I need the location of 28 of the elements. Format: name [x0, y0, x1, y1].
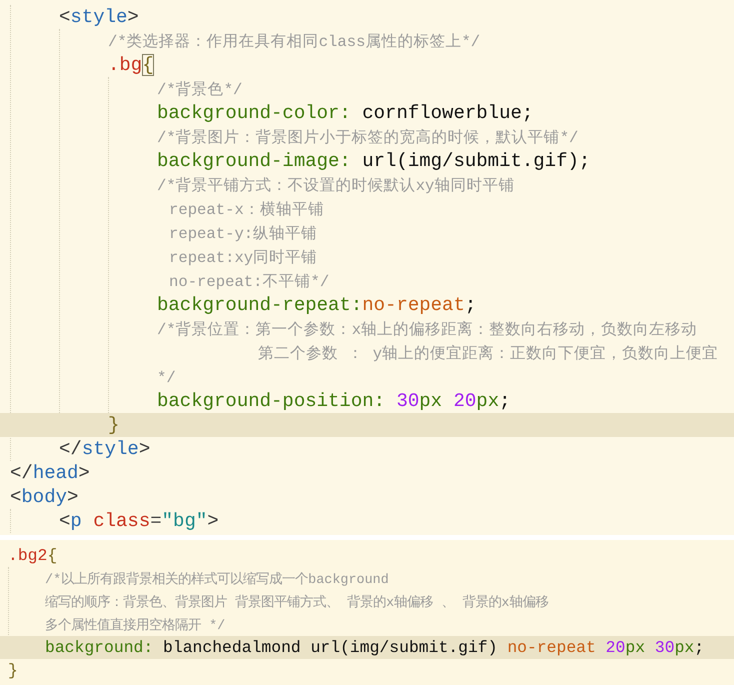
- code-line: */: [157, 368, 176, 388]
- code-line: .bg2{: [8, 546, 58, 565]
- code-line: .bg{: [108, 54, 154, 76]
- code-line: no-repeat:不平铺*/: [168, 272, 330, 292]
- code-line: /*背景平铺方式：不设置的时候默认xy轴同时平铺: [157, 176, 514, 196]
- code-line: repeat-y:纵轴平铺: [168, 224, 318, 244]
- code-line: /*背景位置：第一个参数：x轴上的偏移距离：整数向右移动，负数向左移动: [157, 320, 698, 340]
- code-line: repeat-x：横轴平铺: [168, 200, 324, 220]
- code-line: background-image: url(img/submit.gif);: [157, 150, 590, 172]
- code-line: }: [8, 661, 18, 680]
- code-line: background-repeat:no-repeat;: [157, 294, 476, 316]
- code-line: <style>: [59, 6, 139, 28]
- code-line: /*背景色*/: [157, 80, 242, 100]
- code-line: /*类选择器：作用在具有相同class属性的标签上*/: [108, 32, 480, 52]
- code-line: repeat:xy同时平铺: [168, 248, 318, 268]
- code-line: background: blanchedalmond url(img/submit.gif) no-repeat 20px 30px;: [45, 638, 704, 657]
- code-line: }: [108, 414, 120, 436]
- code-line: 第二个参数 ： y轴上的便宜距离：正数向下便宜，负数向上便宜: [257, 344, 718, 364]
- code-line: </head>: [10, 462, 90, 484]
- code-line: 多个属性值直接用空格隔开 */: [45, 616, 226, 634]
- code-line: /*背景图片：背景图片小于标签的宽高的时候，默认平铺*/: [157, 128, 578, 148]
- code-line: background-color: cornflowerblue;: [157, 102, 534, 124]
- code-line: /*以上所有跟背景相关的样式可以缩写成一个background: [45, 570, 389, 588]
- code-line: <p class="bg">: [59, 510, 219, 532]
- code-line: 缩写的顺序：背景色、背景图片 背景图平铺方式、 背景的x轴偏移 、 背景的x轴偏移: [45, 594, 548, 611]
- code-line: </style>: [59, 438, 150, 460]
- code-line: background-position: 30px 20px;: [157, 390, 511, 412]
- code-line: <body>: [10, 486, 78, 508]
